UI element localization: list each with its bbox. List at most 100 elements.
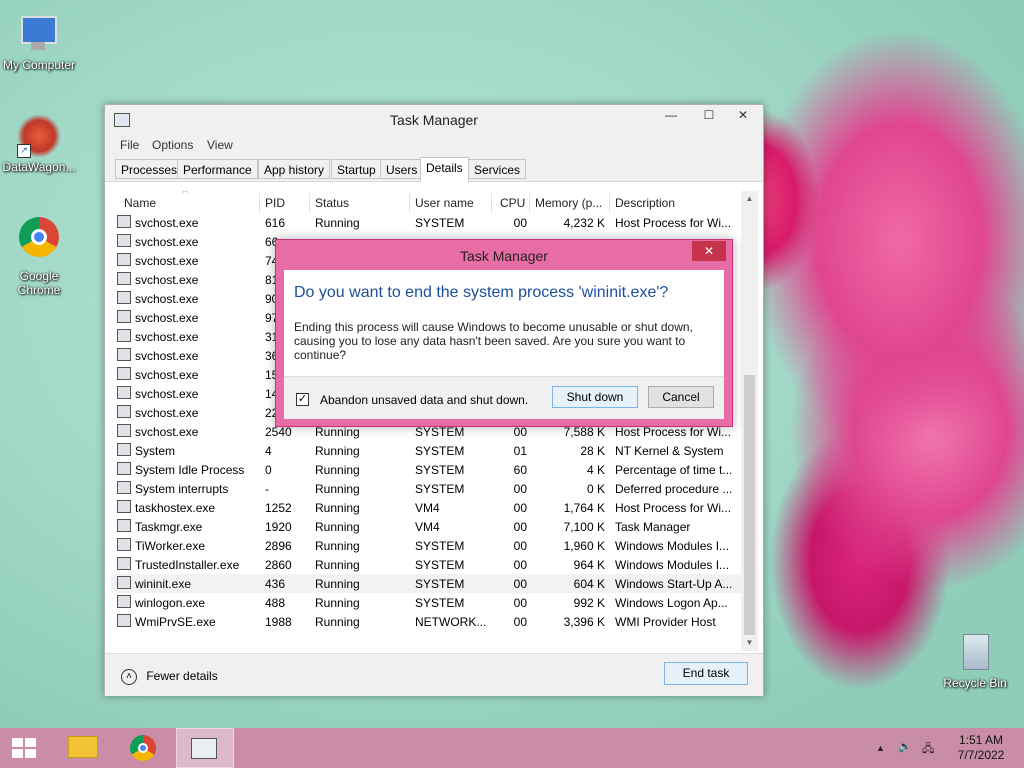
start-button[interactable] [0,728,52,768]
shortcut-arrow-icon: ↗ [17,144,31,158]
cell-cpu: 00 [513,501,527,515]
cell-mem: 28 K [580,444,605,458]
cell-cpu: 00 [513,482,527,496]
end-task-button[interactable]: End task [664,662,748,685]
table-row[interactable]: System interrupts - Running SYSTEM 00 0 K Defe… [111,479,745,498]
cell-name: svchost.exe [135,235,199,249]
process-icon [117,215,131,228]
table-row[interactable]: WmiPrvSE.exe 1988 Running NETWORK... 00 3,396… [111,612,745,631]
column-name[interactable]: Name [124,196,156,210]
cell-cpu: 00 [513,520,527,534]
cell-user: VM4 [415,501,440,515]
column-cpu[interactable]: CPU [500,196,525,210]
cell-status: Running [315,501,360,515]
table-row[interactable]: wininit.exe 436 Running SYSTEM 00 604 K Window… [111,574,745,593]
table-row[interactable]: taskhostex.exe 1252 Running VM4 00 1,764 K Hos… [111,498,745,517]
cell-status: Running [315,444,360,458]
table-row[interactable]: Taskmgr.exe 1920 Running VM4 00 7,100 K Task M… [111,517,745,536]
dialog-footer: ✓ Abandon unsaved data and shut down. Sh… [284,376,724,419]
desktop-icon-my-computer[interactable]: My Computer [0,12,81,72]
abandon-data-checkbox[interactable]: ✓ [296,393,309,406]
table-row[interactable]: TiWorker.exe 2896 Running SYSTEM 00 1,960 K Wi… [111,536,745,555]
process-icon [117,519,131,532]
process-icon [117,329,131,342]
cell-status: Running [315,425,360,439]
cell-user: NETWORK... [415,615,487,629]
cell-pid: 2860 [265,558,292,572]
tab-services[interactable]: Services [468,159,527,179]
cell-name: svchost.exe [135,216,199,230]
dialog-title-bar[interactable]: Task Manager ✕ [276,240,732,270]
cell-desc: Task Manager [615,520,691,534]
column-memory[interactable]: Memory (p... [535,196,602,210]
checkbox-label[interactable]: Abandon unsaved data and shut down. [320,393,528,407]
scroll-thumb[interactable] [744,375,755,635]
network-icon[interactable]: 🖧 [922,740,934,759]
cell-user: SYSTEM [415,425,465,439]
cell-pid: 0 [265,463,272,477]
dialog-body: Do you want to end the system process 'w… [284,270,724,419]
cell-cpu: 60 [513,463,527,477]
minimize-button[interactable]: — [657,105,685,125]
chrome-icon [130,735,156,761]
desktop-icon-datawagon[interactable]: ↗ DataWagon... [0,114,81,174]
cell-status: Running [315,482,360,496]
tab-details[interactable]: Details [420,157,469,182]
dialog-close-button[interactable]: ✕ [692,241,726,261]
process-icon [117,386,131,399]
column-pid[interactable]: PID [265,196,285,210]
desktop-icon-google-chrome[interactable]: Google Chrome [0,217,81,297]
title-bar[interactable]: Task Manager — ☐ ✕ [105,105,763,135]
tab-users[interactable]: Users [380,159,424,179]
cell-cpu: 00 [513,425,527,439]
tab-startup[interactable]: Startup [331,159,382,179]
tab-app-history[interactable]: App history [258,159,331,179]
column-description[interactable]: Description [615,196,675,210]
table-row[interactable]: System 4 Running SYSTEM 01 28 K NT Kernel & Sy… [111,441,745,460]
column-status[interactable]: Status [315,196,349,210]
cell-pid: 2540 [265,425,292,439]
menu-view[interactable]: View [207,138,233,152]
tab-performance[interactable]: Performance [177,159,258,179]
taskbar-task-manager[interactable] [176,728,234,768]
scroll-down-icon[interactable]: ▼ [741,635,758,651]
table-row[interactable]: winlogon.exe 488 Running SYSTEM 00 992 K Windo… [111,593,745,612]
process-icon [117,310,131,323]
scroll-up-icon[interactable]: ▲ [741,191,758,207]
cell-user: SYSTEM [415,577,465,591]
process-icon [117,234,131,247]
tray-overflow-icon[interactable]: ▲ [876,743,885,753]
cell-name: svchost.exe [135,368,199,382]
taskbar-chrome[interactable] [116,728,168,768]
cancel-button[interactable]: Cancel [648,386,714,408]
menu-file[interactable]: File [120,138,139,152]
desktop-icon-recycle-bin[interactable]: Recycle Bin [933,630,1017,690]
process-icon [117,538,131,551]
volume-muted-icon[interactable]: 🔈 [898,740,912,753]
recycle-bin-icon [953,630,997,674]
table-row[interactable]: TrustedInstaller.exe 2860 Running SYSTEM 00 9… [111,555,745,574]
cell-name: svchost.exe [135,330,199,344]
sort-arrow-icon: ^ [183,191,188,199]
shut-down-button[interactable]: Shut down [552,386,638,408]
maximize-button[interactable]: ☐ [695,105,723,125]
tab-processes[interactable]: Processes [115,159,184,179]
table-row[interactable]: svchost.exe 616 Running SYSTEM 00 4,232 K Host… [111,213,745,232]
chevron-up-icon: ˄ [121,669,137,685]
fewer-details-link[interactable]: ˄ Fewer details [121,669,218,685]
taskbar-file-explorer[interactable] [56,728,108,768]
column-user-name[interactable]: User name [415,196,474,210]
cell-desc: Windows Start-Up A... [615,577,733,591]
cell-name: svchost.exe [135,406,199,420]
table-row[interactable]: System Idle Process 0 Running SYSTEM 60 4 K Pe… [111,460,745,479]
close-button[interactable]: ✕ [729,105,757,125]
vertical-scrollbar[interactable]: ▲ ▼ [741,191,758,651]
cell-pid: 1988 [265,615,292,629]
process-icon [117,424,131,437]
menu-options[interactable]: Options [152,138,193,152]
clock[interactable]: 1:51 AM 7/7/2022 [946,733,1016,763]
cell-status: Running [315,539,360,553]
cell-mem: 604 K [573,577,605,591]
cell-desc: NT Kernel & System [615,444,724,458]
clock-date: 7/7/2022 [957,748,1005,762]
